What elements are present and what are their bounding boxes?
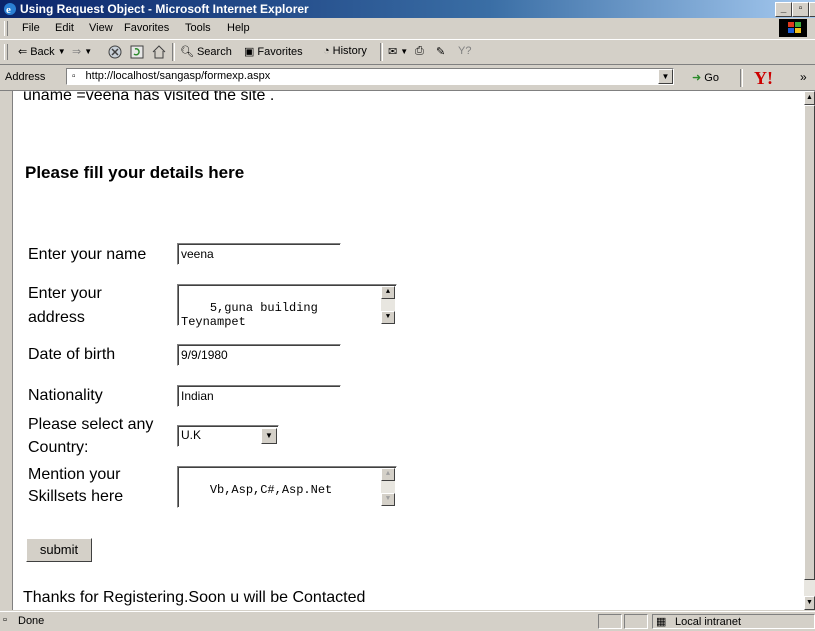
- close-button[interactable]: [809, 2, 815, 17]
- minimize-button[interactable]: _: [775, 2, 792, 17]
- go-button[interactable]: ➜ Go: [692, 71, 719, 84]
- svg-text:e: e: [6, 4, 11, 16]
- skills-textarea[interactable]: Vb,Asp,C#,Asp.Net ▲ ▼: [177, 466, 397, 508]
- restore-button[interactable]: ▫: [792, 2, 809, 17]
- scroll-down-icon[interactable]: ▼: [381, 311, 395, 324]
- country-selected-value: U.K: [181, 428, 202, 442]
- ie-logo-icon: e: [4, 3, 16, 16]
- dropdown-arrow-icon: ▼: [84, 47, 93, 56]
- print-icon: ⎙: [415, 45, 424, 57]
- nationality-input[interactable]: Indian: [177, 385, 341, 407]
- visit-message: uname =veena has visited the site .: [23, 91, 275, 104]
- forward-button[interactable]: ⇒ ▼: [72, 45, 92, 58]
- toolbar-separator: [380, 43, 383, 61]
- dropdown-arrow-icon: ▼: [400, 47, 409, 56]
- scroll-up-icon[interactable]: ▲: [381, 286, 395, 299]
- edit-icon: ✎: [436, 46, 446, 58]
- address-label: Address: [5, 71, 46, 83]
- zone-text: Local intranet: [675, 616, 742, 628]
- favorites-button[interactable]: ▣ Favorites: [244, 45, 303, 59]
- menu-bar: File Edit View Favorites Tools Help: [0, 18, 815, 40]
- skills-text: Vb,Asp,C#,Asp.Net: [209, 483, 333, 497]
- window-title: Using Request Object - Microsoft Interne…: [20, 2, 309, 16]
- country-select[interactable]: U.K ▼: [177, 425, 279, 447]
- thanks-message: Thanks for Registering.Soon u will be Co…: [23, 589, 366, 606]
- address-url: http://localhost/sangasp/formexp.aspx: [85, 70, 271, 82]
- name-label: Enter your name: [28, 246, 147, 263]
- stop-button[interactable]: [108, 45, 122, 59]
- address-label-line1: Enter your: [28, 285, 102, 302]
- messenger-icon: Y?: [458, 45, 472, 57]
- country-label-line2: Country:: [28, 439, 89, 456]
- dob-input[interactable]: 9/9/1980: [177, 344, 341, 366]
- country-label-line1: Please select any: [28, 416, 154, 433]
- form-heading: Please fill your details here: [25, 163, 245, 182]
- forward-arrow-icon: ⇒: [72, 46, 82, 58]
- menu-grip: [4, 21, 8, 36]
- favorites-folder-icon: ▣: [244, 46, 255, 58]
- stop-icon: [108, 45, 122, 59]
- page-scrollbar[interactable]: ▲ ▼: [804, 91, 815, 610]
- mail-icon: ✉: [388, 46, 398, 58]
- country-dropdown-arrow-icon[interactable]: ▼: [261, 428, 277, 444]
- windows-logo-icon: [779, 19, 807, 37]
- skills-label-line2: Skillsets here: [28, 488, 124, 505]
- toolbar-separator: [172, 43, 175, 61]
- submit-button[interactable]: submit: [26, 538, 92, 562]
- address-input[interactable]: ▫ http://localhost/sangasp/formexp.aspx: [66, 68, 674, 85]
- address-label-line2: address: [28, 309, 85, 326]
- address-dropdown-button[interactable]: ▼: [658, 69, 673, 84]
- search-button[interactable]: 🔍︎ Search: [180, 45, 232, 59]
- scroll-down-icon[interactable]: ▼: [804, 596, 815, 610]
- intranet-icon: ▦: [656, 616, 667, 628]
- name-input[interactable]: veena: [177, 243, 341, 265]
- page-done-icon: ▫: [3, 614, 7, 626]
- go-arrow-icon: ➜: [692, 72, 702, 84]
- menu-favorites[interactable]: Favorites: [124, 22, 169, 34]
- status-bar: ▫ Done ▦ Local intranet: [0, 611, 815, 631]
- refresh-button[interactable]: [130, 45, 144, 59]
- nationality-label: Nationality: [28, 387, 103, 404]
- history-icon: ◔: [323, 45, 330, 57]
- page-icon: ▫: [72, 71, 76, 82]
- home-icon: [152, 45, 166, 59]
- status-cell: [598, 614, 622, 629]
- page-content: uname =veena has visited the site . Plea…: [12, 91, 805, 610]
- menu-tools[interactable]: Tools: [185, 22, 211, 34]
- scroll-up-icon[interactable]: ▲: [381, 468, 395, 481]
- status-cell: [624, 614, 648, 629]
- chevron-right-icon[interactable]: »: [800, 70, 807, 84]
- skills-scrollbar[interactable]: ▲ ▼: [381, 468, 395, 506]
- address-scrollbar[interactable]: ▲ ▼: [381, 286, 395, 324]
- dropdown-arrow-icon: ▼: [57, 47, 66, 56]
- address-textarea[interactable]: 5,guna building Teynampet ▲ ▼: [177, 284, 397, 329]
- scroll-thumb[interactable]: [804, 105, 815, 580]
- refresh-icon: [130, 45, 144, 59]
- home-button[interactable]: [152, 45, 166, 59]
- edit-button[interactable]: ✎: [436, 45, 445, 58]
- menu-edit[interactable]: Edit: [55, 22, 74, 34]
- messenger-button[interactable]: Y?: [458, 45, 471, 57]
- address-bar: Address ▫ http://localhost/sangasp/formex…: [0, 66, 815, 91]
- menu-view[interactable]: View: [89, 22, 113, 34]
- back-button[interactable]: ⇐ Back ▼: [18, 45, 66, 59]
- zone-panel: ▦ Local intranet: [652, 614, 815, 629]
- print-button[interactable]: ⎙: [415, 45, 424, 58]
- dob-label: Date of birth: [28, 346, 116, 363]
- menu-help[interactable]: Help: [227, 22, 250, 34]
- back-arrow-icon: ⇐: [18, 46, 28, 58]
- search-icon: 🔍︎: [180, 46, 194, 58]
- scroll-down-icon[interactable]: ▼: [381, 493, 395, 506]
- standard-toolbar: ⇐ Back ▼ ⇒ ▼ 🔍︎ Search ▣ Favorites ◔ His…: [0, 40, 815, 65]
- yahoo-logo-icon[interactable]: Y!: [754, 68, 773, 89]
- skills-label-line1: Mention your: [28, 466, 121, 483]
- status-text: Done: [18, 615, 45, 627]
- scroll-up-icon[interactable]: ▲: [804, 91, 815, 105]
- address-text: 5,guna building Teynampet: [181, 301, 318, 329]
- history-button[interactable]: ◔ History: [323, 45, 367, 57]
- title-bar: e Using Request Object - Microsoft Inter…: [0, 0, 815, 18]
- mail-button[interactable]: ✉ ▼: [388, 45, 408, 58]
- menu-file[interactable]: File: [22, 22, 40, 34]
